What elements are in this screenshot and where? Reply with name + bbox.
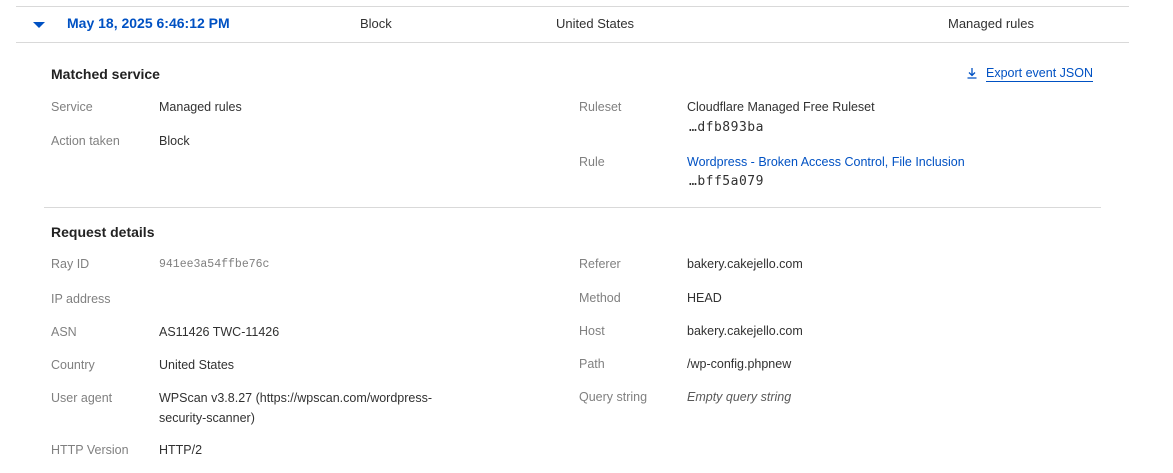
event-details-panel: Matched service Export event JSON Servic… bbox=[44, 43, 1101, 473]
path-label: Path bbox=[579, 357, 605, 371]
event-action: Block bbox=[360, 16, 392, 31]
event-timestamp[interactable]: May 18, 2025 6:46:12 PM bbox=[67, 15, 230, 31]
rule-name-link[interactable]: Wordpress - Broken Access Control, File … bbox=[687, 152, 965, 172]
matched-service-title: Matched service bbox=[51, 66, 160, 82]
export-event-json-link[interactable]: Export event JSON bbox=[966, 66, 1093, 82]
action-value: Block bbox=[159, 134, 190, 148]
query-string-label: Query string bbox=[579, 390, 648, 404]
user-agent-line-1: WPScan v3.8.27 (https://wpscan.com/wordp… bbox=[159, 391, 433, 405]
export-label: Export event JSON bbox=[986, 66, 1093, 82]
ray-id-label: Ray ID bbox=[51, 257, 90, 271]
method-label: Method bbox=[579, 291, 621, 305]
asn-value: AS11426 TWC-11426 bbox=[159, 325, 280, 339]
path-value: /wp-config.phpnew bbox=[687, 357, 792, 371]
event-country: United States bbox=[556, 16, 635, 31]
asn-label: ASN bbox=[51, 325, 77, 339]
user-agent-line-2: security-scanner) bbox=[159, 411, 255, 425]
ruleset-label: Ruleset bbox=[579, 100, 622, 114]
user-agent-label: User agent bbox=[51, 391, 113, 405]
service-value: Managed rules bbox=[159, 100, 242, 114]
referer-value: bakery.cakejello.com bbox=[687, 257, 803, 271]
service-label: Service bbox=[51, 100, 93, 114]
http-version-value: HTTP/2 bbox=[159, 443, 203, 457]
download-icon bbox=[966, 67, 978, 82]
ip-address-label: IP address bbox=[51, 292, 111, 306]
rule-id: …bff5a079 bbox=[689, 174, 764, 189]
ruleset-name: Cloudflare Managed Free Ruleset bbox=[687, 100, 875, 114]
chevron-down-icon[interactable] bbox=[32, 18, 46, 32]
http-version-label: HTTP Version bbox=[51, 443, 129, 457]
ruleset-id: …dfb893ba bbox=[689, 120, 764, 135]
section-divider bbox=[44, 207, 1101, 208]
method-value: HEAD bbox=[687, 291, 722, 305]
event-row[interactable]: May 18, 2025 6:46:12 PM Block United Sta… bbox=[0, 7, 1173, 42]
host-value: bakery.cakejello.com bbox=[687, 324, 803, 338]
host-label: Host bbox=[579, 324, 605, 338]
country-value: United States bbox=[159, 358, 235, 372]
action-label: Action taken bbox=[51, 134, 120, 148]
ray-id-value: 941ee3a54ffbe76c bbox=[159, 258, 270, 271]
request-details-title: Request details bbox=[51, 224, 155, 240]
country-label: Country bbox=[51, 358, 95, 372]
query-string-value: Empty query string bbox=[687, 390, 792, 404]
referer-label: Referer bbox=[579, 257, 621, 271]
event-service: Managed rules bbox=[948, 16, 1034, 31]
rule-label: Rule bbox=[579, 155, 605, 169]
